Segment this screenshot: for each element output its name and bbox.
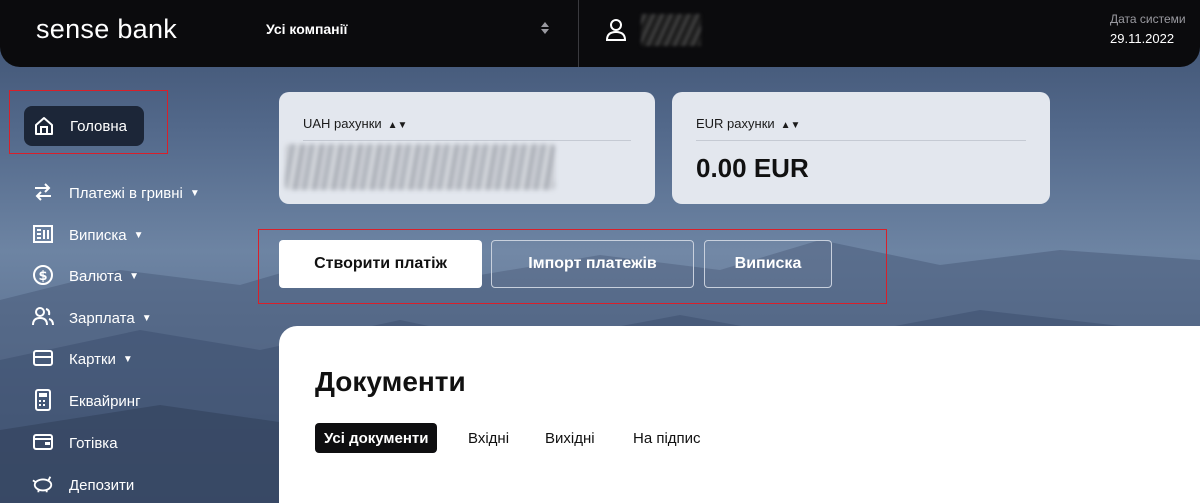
user-icon[interactable] bbox=[605, 18, 627, 42]
chevron-down-icon: ▼ bbox=[189, 188, 200, 199]
tab-outgoing[interactable]: Вихідні bbox=[545, 423, 595, 453]
sort-updown-icon[interactable] bbox=[540, 20, 550, 36]
chevron-down-icon: ▼ bbox=[122, 354, 133, 365]
sidebar-item-label: Зарплата bbox=[69, 310, 135, 327]
piggy-bank-icon bbox=[32, 476, 53, 493]
tab-all-documents[interactable]: Усі документи bbox=[315, 423, 438, 453]
documents-panel: Документи Усі документи Вхідні Вихідні Н… bbox=[279, 326, 1200, 503]
highlight-frame-home bbox=[9, 90, 168, 154]
user-name-redacted bbox=[641, 14, 701, 46]
card-icon bbox=[33, 350, 53, 366]
sidebar-item-label: Картки bbox=[69, 351, 116, 368]
sidebar-item-label: Еквайринг bbox=[69, 393, 141, 410]
chevron-down-icon: ▼ bbox=[141, 313, 152, 324]
sidebar-item-label: Виписка bbox=[69, 227, 127, 244]
top-bar: sense bank Усі компанії Дата системи 29.… bbox=[0, 0, 1200, 67]
chevron-down-icon: ▼ bbox=[133, 230, 144, 241]
system-date-value: 29.11.2022 bbox=[1110, 31, 1175, 46]
pos-terminal-icon bbox=[35, 389, 51, 411]
sidebar-item-label: Платежі в гривні bbox=[69, 185, 183, 202]
system-date-label: Дата системи bbox=[1110, 12, 1186, 26]
header-divider bbox=[578, 0, 579, 67]
chevron-down-icon: ▼ bbox=[129, 271, 139, 282]
tab-to-sign[interactable]: На підпис bbox=[633, 423, 701, 453]
sidebar-item-label: Готівка bbox=[69, 435, 118, 452]
card-divider bbox=[696, 140, 1026, 141]
documents-title: Документи bbox=[315, 366, 466, 397]
sort-updown-icon: ▲▼ bbox=[780, 120, 801, 131]
bank-logo[interactable]: sense bank bbox=[36, 14, 177, 45]
company-select[interactable]: Усі компанії bbox=[266, 21, 347, 37]
dollar-coin-icon: $ bbox=[33, 265, 53, 285]
uah-balance-redacted bbox=[285, 144, 555, 190]
tab-incoming[interactable]: Вхідні bbox=[468, 423, 509, 453]
uah-accounts-card[interactable]: UAH рахунки ▲▼ bbox=[279, 92, 655, 204]
wallet-icon bbox=[33, 434, 53, 450]
transfer-arrows-icon bbox=[35, 183, 51, 201]
eur-balance: 0.00 EUR bbox=[696, 153, 809, 183]
sidebar-item-label: Депозити bbox=[69, 477, 135, 494]
sort-updown-icon: ▲▼ bbox=[387, 120, 408, 131]
eur-accounts-title[interactable]: EUR рахунки ▲▼ bbox=[696, 116, 800, 131]
sidebar-item-label: Валюта bbox=[69, 268, 123, 285]
people-icon bbox=[32, 307, 54, 326]
uah-accounts-label: UAH рахунки bbox=[303, 116, 382, 131]
card-divider bbox=[303, 140, 631, 141]
highlight-frame-actions bbox=[258, 229, 887, 304]
eur-accounts-card[interactable]: EUR рахунки ▲▼ 0.00 EUR bbox=[672, 92, 1050, 204]
eur-accounts-label: EUR рахунки bbox=[696, 116, 775, 131]
svg-text:$: $ bbox=[38, 269, 47, 284]
uah-accounts-title[interactable]: UAH рахунки ▲▼ bbox=[303, 116, 407, 131]
statement-icon bbox=[33, 225, 53, 243]
